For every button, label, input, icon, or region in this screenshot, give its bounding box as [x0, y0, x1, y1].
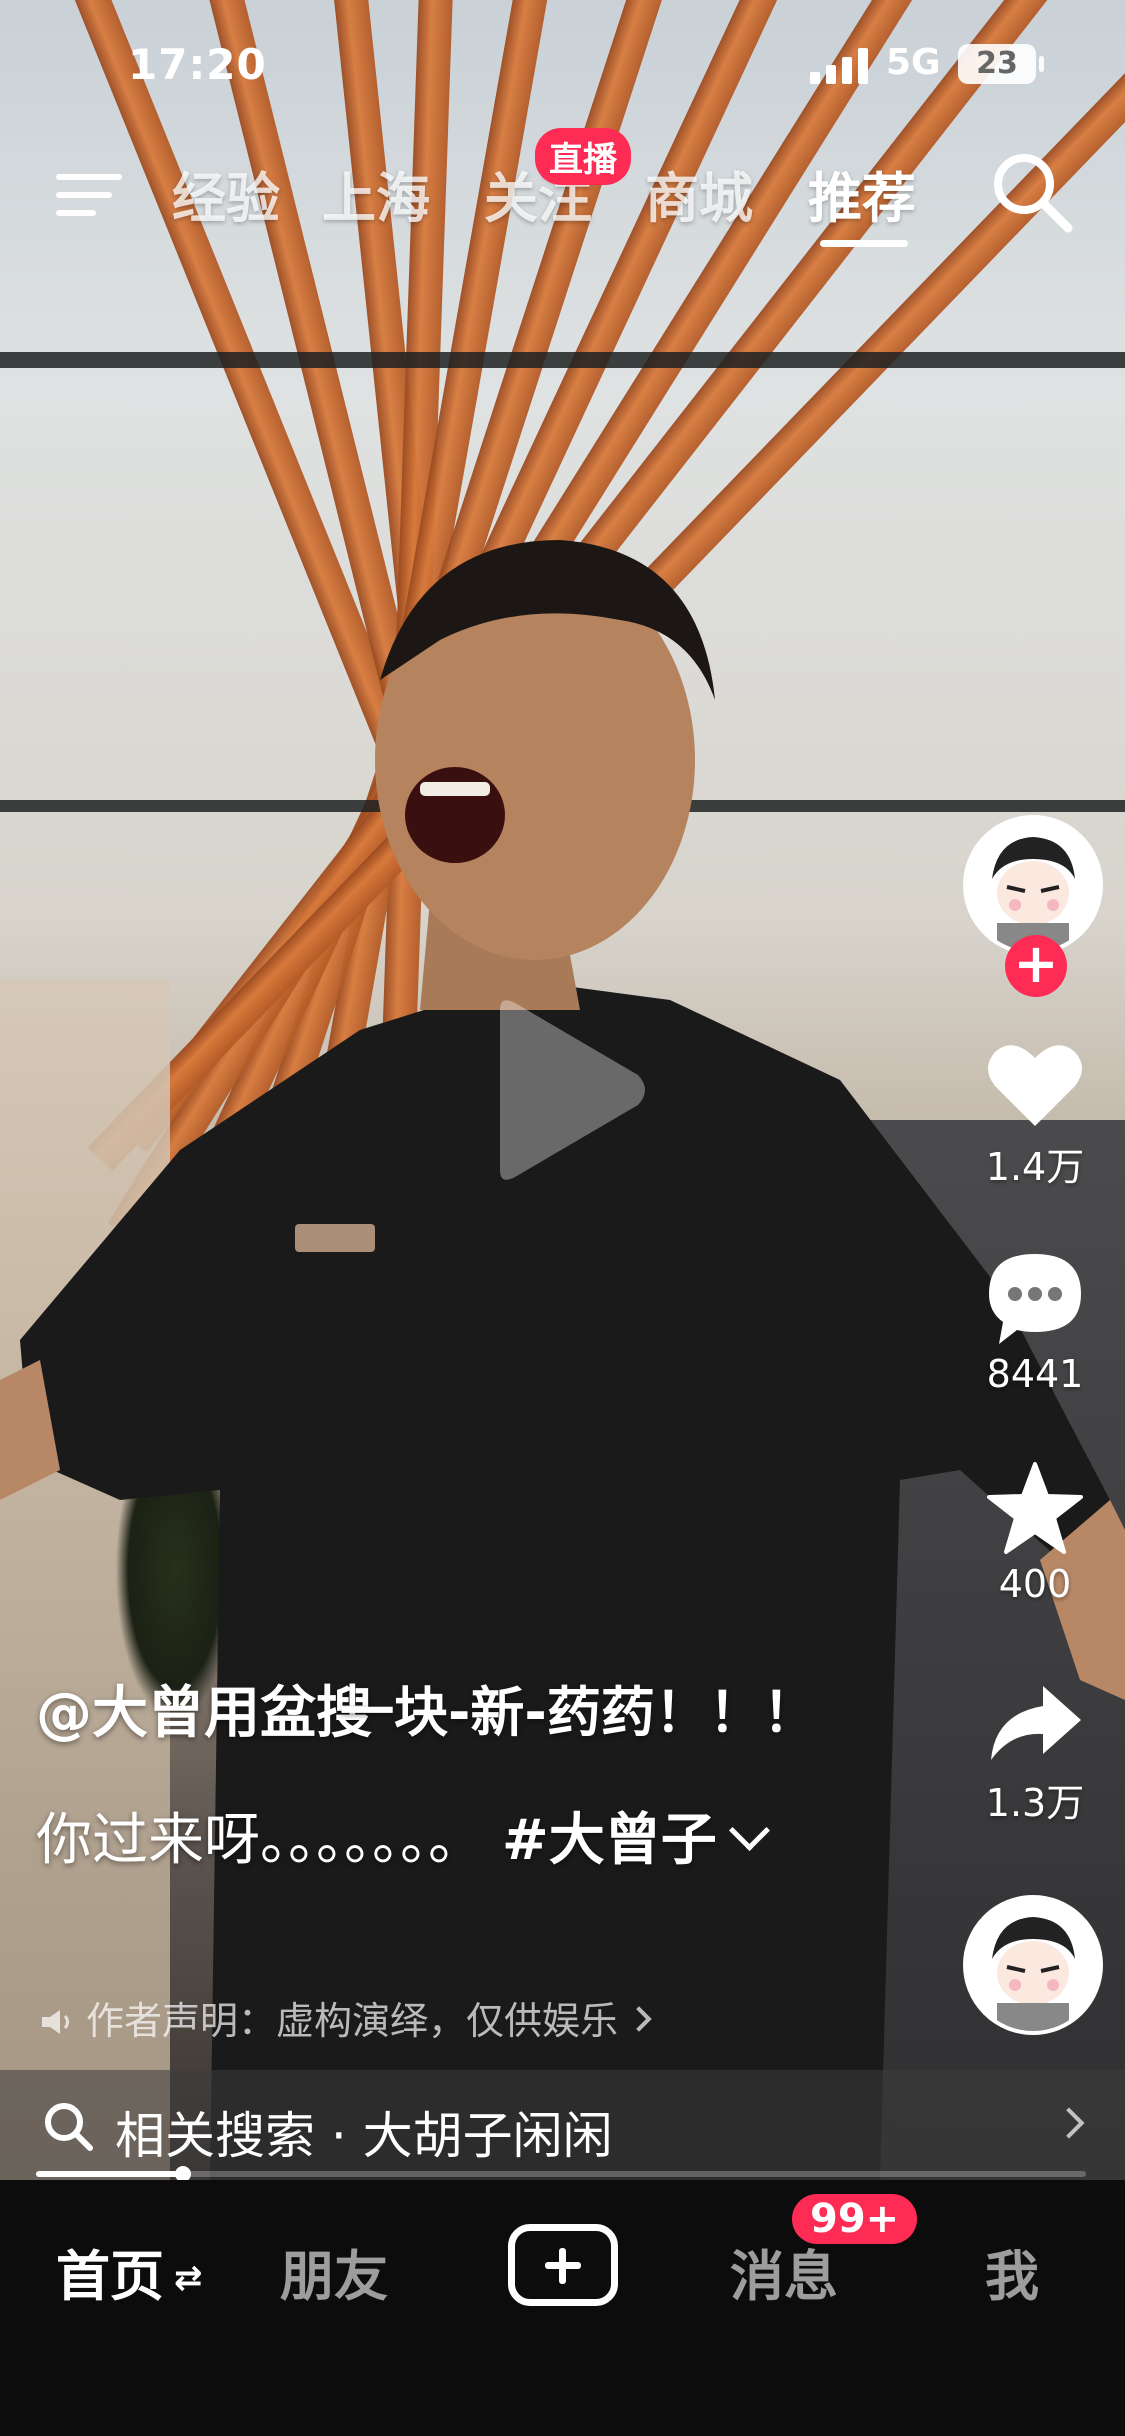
speaker-icon [42, 2010, 69, 2034]
related-search-label: 相关搜索 · 大胡子闲闲 [115, 2107, 613, 2165]
tab-recommend[interactable]: 推荐 [808, 154, 916, 233]
hashtag-link[interactable]: #大曾子 [502, 1808, 717, 1873]
caption-text: 你过来呀。。。。。。。 [36, 1808, 484, 1873]
like-action[interactable]: 1.4万 [955, 1040, 1115, 1191]
chevron-right-icon [626, 2006, 652, 2032]
like-count: 1.4万 [985, 1145, 1085, 1189]
share-action[interactable]: 1.3万 [955, 1680, 1115, 1827]
tab-experience[interactable]: 经验 [172, 154, 280, 233]
comment-count: 8441 [986, 1352, 1084, 1396]
share-icon [991, 1686, 1081, 1760]
expand-chevron-icon[interactable] [728, 1809, 770, 1852]
music-disc[interactable] [963, 1895, 1103, 2035]
playback-progress-fill [36, 2171, 183, 2177]
screen: 17:20 5G 23 经验 上海 关注 直播 商城 推荐 + 1.4万 844… [0, 0, 1125, 2436]
tab-shanghai[interactable]: 上海 [322, 154, 430, 233]
nav-home-label: 首页 [56, 2245, 164, 2308]
battery-icon: 23 [958, 44, 1044, 84]
search-icon[interactable] [990, 150, 1074, 234]
active-tab-indicator [820, 240, 908, 247]
signal-icon [810, 48, 868, 84]
video-caption[interactable]: 你过来呀。。。。。。。 #大曾子 [36, 1800, 836, 1882]
heart-icon [988, 1045, 1082, 1126]
comment-icon [989, 1254, 1081, 1344]
favorite-action[interactable]: 400 [955, 1460, 1115, 1606]
nav-home[interactable]: 首页 ⇄ [56, 2232, 203, 2311]
disclaimer-text: 作者声明：虚构演绎，仅供娱乐 [86, 1999, 619, 2043]
message-badge: 99+ [792, 2194, 918, 2244]
network-type: 5G [886, 42, 941, 83]
menu-icon[interactable] [56, 162, 126, 222]
nav-friends[interactable]: 朋友 [280, 2232, 388, 2311]
bottom-nav: 首页 ⇄ 朋友 消息 99+ 我 [0, 2180, 1125, 2436]
play-icon[interactable] [480, 995, 650, 1185]
create-button[interactable] [508, 2224, 618, 2306]
home-indicator [400, 2408, 725, 2418]
star-icon [987, 1462, 1083, 1554]
follow-button[interactable]: + [1005, 935, 1067, 997]
related-search-bar[interactable]: 相关搜索 · 大胡子闲闲 [0, 2070, 1125, 2180]
share-count: 1.3万 [985, 1781, 1085, 1825]
author-disclaimer[interactable]: 作者声明：虚构演绎，仅供娱乐 [40, 1990, 652, 2045]
live-badge[interactable]: 直播 [535, 128, 631, 185]
status-time: 17:20 [128, 40, 267, 89]
top-nav: 经验 上海 关注 直播 商城 推荐 [0, 128, 1125, 250]
video-title-overlay: 一块-新-药药！！！ [340, 1681, 817, 1744]
chevron-right-icon [1053, 2107, 1085, 2139]
playback-progress[interactable] [36, 2166, 1086, 2182]
tab-mall[interactable]: 商城 [645, 154, 753, 233]
nav-me[interactable]: 我 [985, 2232, 1039, 2311]
status-bar: 17:20 5G 23 [0, 0, 1125, 130]
search-icon [45, 2103, 93, 2151]
refresh-icon: ⇄ [174, 2258, 203, 2298]
comment-action[interactable]: 8441 [955, 1250, 1115, 1396]
author-name[interactable]: @大曾用盆搜 [36, 1668, 372, 1749]
favorite-count: 400 [998, 1562, 1072, 1606]
